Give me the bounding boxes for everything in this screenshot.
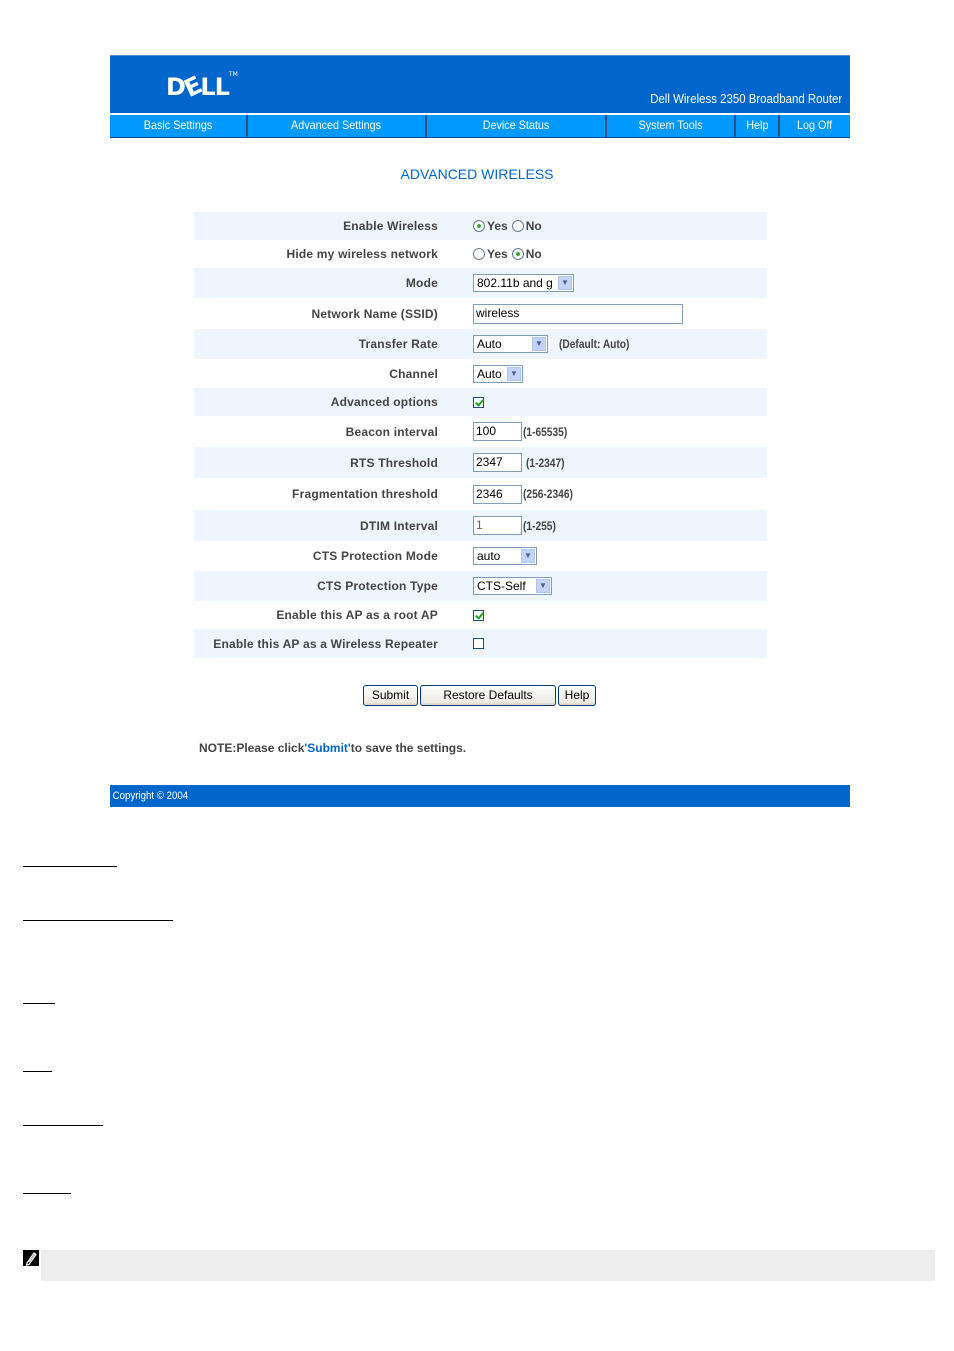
row-wireless-repeater: Enable this AP as a Wireless Repeater <box>194 629 767 658</box>
cts-protection-mode-select[interactable]: auto ▼ <box>473 547 537 565</box>
radio-selected-icon <box>511 248 524 260</box>
section-underline <box>23 1003 55 1004</box>
nav-advanced-settings[interactable]: Advanced Settings <box>248 115 427 137</box>
fragmentation-threshold-input[interactable]: 2346 <box>473 484 522 504</box>
radio-selected-icon <box>473 220 485 232</box>
note-bar <box>41 1250 935 1281</box>
page-title: ADVANCED WIRELESS <box>400 166 554 182</box>
row-cts-protection-mode: CTS Protection Mode auto ▼ <box>194 541 767 571</box>
hide-network-yes-radio[interactable]: Yes <box>473 247 508 261</box>
copyright-bar: Copyright © 2004 <box>110 785 850 807</box>
row-mode: Mode 802.11b and g ▼ <box>194 268 767 298</box>
cts-protection-type-select[interactable]: CTS-Self ▼ <box>473 577 552 595</box>
submit-button[interactable]: Submit <box>363 685 418 706</box>
dell-logo: DELLTM <box>166 71 238 103</box>
beacon-interval-input[interactable]: 100 <box>473 422 522 441</box>
header-banner: DELLTM Dell Wireless 2350 Broadband Rout… <box>110 55 850 113</box>
section-underline <box>23 1193 71 1194</box>
form-actions: Submit Restore Defaults Help <box>363 685 596 706</box>
channel-select[interactable]: Auto ▼ <box>473 364 523 383</box>
nav-device-status[interactable]: Device Status <box>427 115 607 137</box>
row-dtim-interval: DTIM Interval 1 (1-255) <box>194 510 767 541</box>
enable-wireless-no-radio[interactable]: No <box>511 219 542 233</box>
nav-help[interactable]: Help <box>736 115 780 137</box>
section-underline <box>23 866 117 867</box>
transfer-rate-select[interactable]: Auto ▼ <box>473 335 548 353</box>
rts-threshold-input[interactable]: 2347 <box>473 453 522 472</box>
root-ap-checkbox[interactable] <box>473 609 484 621</box>
section-underline <box>23 1125 103 1126</box>
wireless-repeater-checkbox[interactable] <box>473 638 484 649</box>
pencil-note-icon <box>23 1250 39 1266</box>
help-button[interactable]: Help <box>558 685 596 706</box>
row-channel: Channel Auto ▼ <box>194 359 767 388</box>
chevron-down-icon: ▼ <box>558 276 572 290</box>
router-admin-frame: DELLTM Dell Wireless 2350 Broadband Rout… <box>110 55 850 138</box>
row-hide-network: Hide my wireless network Yes No <box>286 247 542 261</box>
enable-wireless-yes-radio[interactable]: Yes <box>473 219 508 233</box>
row-root-ap: Enable this AP as a root AP <box>194 601 767 629</box>
chevron-down-icon: ▼ <box>521 549 535 563</box>
nav-system-tools[interactable]: System Tools <box>607 115 736 137</box>
row-rts-threshold: RTS Threshold 2347 (1-2347) <box>194 447 767 478</box>
product-name: Dell Wireless 2350 Broadband Router <box>649 91 842 106</box>
advanced-options-checkbox[interactable] <box>473 396 484 408</box>
row-transfer-rate: Transfer Rate Auto ▼ (Default: Auto) <box>194 329 767 359</box>
dtim-interval-input[interactable]: 1 <box>473 516 522 535</box>
section-underline <box>23 920 173 921</box>
mode-select[interactable]: 802.11b and g ▼ <box>473 274 574 292</box>
chevron-down-icon: ▼ <box>507 366 521 381</box>
submit-link[interactable]: 'Submit' <box>304 741 350 755</box>
radio-icon <box>473 248 485 260</box>
row-beacon-interval: Beacon interval 100 (1-65535) <box>194 416 767 447</box>
nav-log-off[interactable]: Log Off <box>780 115 850 137</box>
row-enable-wireless: Enable Wireless Yes No <box>194 212 767 240</box>
row-ssid: Network Name (SSID) wireless <box>194 298 767 329</box>
radio-icon <box>511 220 524 232</box>
main-nav: Basic Settings Advanced Settings Device … <box>110 113 850 138</box>
chevron-down-icon: ▼ <box>536 579 550 593</box>
hide-network-no-radio[interactable]: No <box>511 247 542 261</box>
save-note: NOTE:Please click'Submit'to save the set… <box>199 741 467 755</box>
chevron-down-icon: ▼ <box>532 337 546 351</box>
ssid-input[interactable]: wireless <box>473 303 683 324</box>
advanced-wireless-form: Enable Wireless Yes No Hide my wireless … <box>194 212 767 658</box>
row-fragmentation-threshold: Fragmentation threshold 2346 (256-2346) <box>194 478 767 510</box>
restore-defaults-button[interactable]: Restore Defaults <box>420 685 556 706</box>
row-cts-protection-type: CTS Protection Type CTS-Self ▼ <box>194 571 767 601</box>
section-underline <box>23 1071 52 1072</box>
row-advanced-options: Advanced options <box>194 388 767 416</box>
nav-basic-settings[interactable]: Basic Settings <box>110 115 248 137</box>
